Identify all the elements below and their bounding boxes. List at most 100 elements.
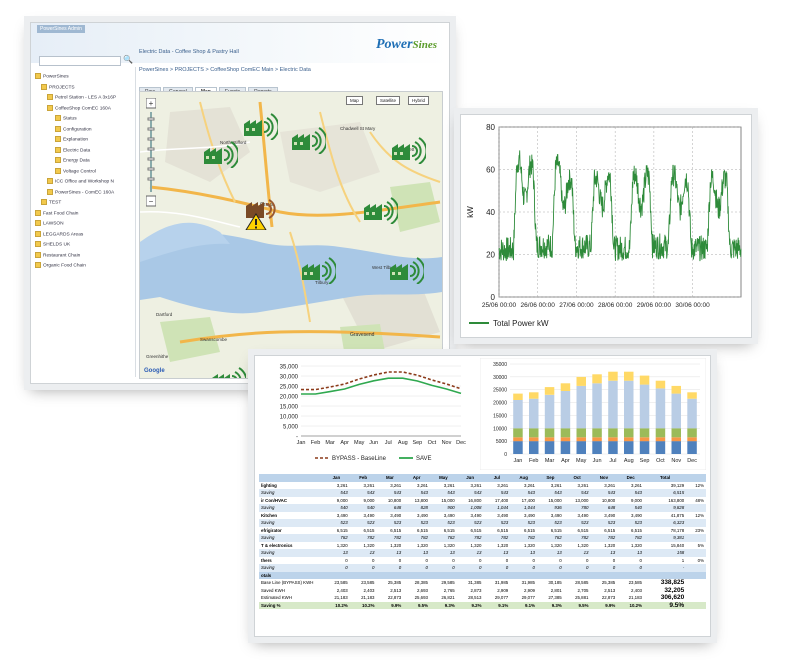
tree-item[interactable]: Fast Food Chain <box>35 210 78 216</box>
site-marker-icon[interactable] <box>300 252 336 284</box>
bar-segment <box>592 437 602 442</box>
table-cell: 523 <box>617 519 644 527</box>
bar-segment <box>560 441 571 454</box>
breadcrumb[interactable]: PowerSines > PROJECTS > CoffeeShop ComEC… <box>139 67 311 73</box>
tree-item[interactable]: Status <box>55 115 77 121</box>
table-cell: 523 <box>456 519 484 527</box>
header-cell: Apr <box>403 474 430 482</box>
table-cell: 9.3% <box>430 601 457 609</box>
table-cell: 1,320 <box>617 541 644 549</box>
table-row: ir Con/HVAC 9,000 9,000 10,800 13,800 15,000 1… <box>259 496 706 504</box>
table-cell: 782 <box>590 534 618 542</box>
table-cell: 782 <box>376 534 404 542</box>
table-cell: 540 <box>323 504 350 512</box>
table-cell: 10.2% <box>323 601 350 609</box>
bar-segment <box>671 441 681 454</box>
table-cell: 3,490 <box>403 511 430 519</box>
table-cell: 3,490 <box>349 511 377 519</box>
row-label: Saving <box>259 534 323 542</box>
table-cell: 2,403 <box>349 586 377 594</box>
table-cell: 25,385 <box>590 579 618 587</box>
tree-item[interactable]: Energy Data <box>55 157 90 163</box>
table-cell: 31,385 <box>456 579 484 587</box>
table-cell: 29,585 <box>430 579 457 587</box>
row-label: efrigirator <box>259 526 323 534</box>
table-row: Saving 543 543 543 543 543 543 543 543 543 543 543 5… <box>259 489 706 497</box>
tree-item[interactable]: LEGGARDS Areas <box>35 231 83 237</box>
table-cell: 22,873 <box>376 594 404 602</box>
table-cell: 21,183 <box>349 594 377 602</box>
tree-item[interactable]: PowerSines - ComEC 160A <box>47 189 114 195</box>
site-marker-icon[interactable] <box>390 132 426 164</box>
map-type-hybrid-button[interactable]: Hybrid <box>408 96 430 105</box>
table-cell: 13 <box>430 549 457 557</box>
search-input[interactable] <box>39 56 121 66</box>
tree-item[interactable]: PowerSines <box>35 73 69 79</box>
map-view[interactable]: Gravesend Swanscombe Grays West Tilbury … <box>139 91 443 379</box>
table-cell: 13 <box>349 549 377 557</box>
site-marker-icon[interactable] <box>362 192 398 224</box>
map-type-map-button[interactable]: Map <box>346 96 363 105</box>
svg-text:−: − <box>149 197 154 206</box>
table-row: Kitchen 3,490 3,490 3,490 3,490 3,490 3,490 3,4… <box>259 511 706 519</box>
header-cell <box>259 474 323 482</box>
share-cell: 48% <box>686 496 706 504</box>
site-marker-icon[interactable] <box>290 122 326 154</box>
tree-item[interactable]: Restaurant Chain <box>35 252 80 258</box>
table-cell: 2,801 <box>537 586 564 594</box>
table-cell: 1,008 <box>456 504 484 512</box>
tree-item[interactable]: TEST <box>41 199 61 205</box>
tree-item[interactable]: Explanation <box>55 136 88 142</box>
tree-item[interactable]: Voltage Control <box>55 168 96 174</box>
tree-item[interactable]: Petrol Station - LES A 3x16P <box>47 94 116 100</box>
total-power-chart: 0 20 40 60 80 25/06 00:00 26/06 00:00 27/06 00:… <box>466 123 742 328</box>
share-cell <box>686 549 706 557</box>
table-cell: 9.9% <box>376 601 404 609</box>
bar-segment <box>624 371 634 381</box>
y-tick-label: 15,000 <box>280 405 299 411</box>
tree-item[interactable]: LAWSON <box>35 220 64 226</box>
x-tick-label: Mar <box>325 440 335 446</box>
table-cell: 13 <box>403 549 430 557</box>
site-marker-icon[interactable] <box>210 362 246 379</box>
site-marker-icon[interactable] <box>202 136 238 168</box>
table-cell: 3,261 <box>349 481 377 489</box>
tree-item[interactable]: Electric Data <box>55 147 90 153</box>
site-marker-icon[interactable] <box>388 252 424 284</box>
alert-site-marker-icon[interactable] <box>244 190 284 230</box>
table-cell: 2,873 <box>456 586 484 594</box>
tree-item[interactable]: ICC Office and Workshop N <box>47 178 114 184</box>
table-cell: 782 <box>617 534 644 542</box>
tree-item[interactable]: Organic Food Chain <box>35 262 86 268</box>
header-cell: Aug <box>510 474 537 482</box>
table-cell: 6,515 <box>510 526 537 534</box>
table-cell: 6,515 <box>376 526 404 534</box>
y-tick-label: 10000 <box>493 426 507 432</box>
x-tick-label: 30/06 00:00 <box>675 302 710 309</box>
table-cell: 3,490 <box>430 511 457 519</box>
map-type-satellite-button[interactable]: Satellite <box>376 96 401 105</box>
tree-item[interactable]: CoffeeShop ComEC 160A <box>47 105 111 111</box>
table-cell: 0 <box>617 564 644 572</box>
x-tick-label: Apr <box>340 440 349 446</box>
tree-item[interactable]: SHELDS UK <box>35 241 70 247</box>
search-icon[interactable]: 🔍 <box>123 55 133 65</box>
x-tick-label: May <box>354 440 365 446</box>
table-cell: 543 <box>349 489 377 497</box>
tree-item[interactable]: PROJECTS <box>41 84 75 90</box>
table-cell: 2,909 <box>510 586 537 594</box>
header-cell <box>686 474 706 482</box>
table-cell: 543 <box>430 489 457 497</box>
tree-item[interactable]: Configuration <box>55 126 92 132</box>
table-cell: 31,985 <box>483 579 511 587</box>
table-cell: 0 <box>323 556 350 564</box>
table-cell: 2,765 <box>430 586 457 594</box>
zoom-control[interactable]: + − <box>145 97 157 208</box>
table-cell: 338,825 <box>644 579 687 587</box>
site-marker-icon[interactable] <box>242 108 278 140</box>
table-cell: 543 <box>590 489 618 497</box>
page-title: Electric Data - Coffee Shop & Pastry Hal… <box>139 49 239 55</box>
bar-segment <box>671 437 681 442</box>
share-cell <box>686 586 706 594</box>
x-tick-label: 25/06 00:00 <box>482 302 517 309</box>
